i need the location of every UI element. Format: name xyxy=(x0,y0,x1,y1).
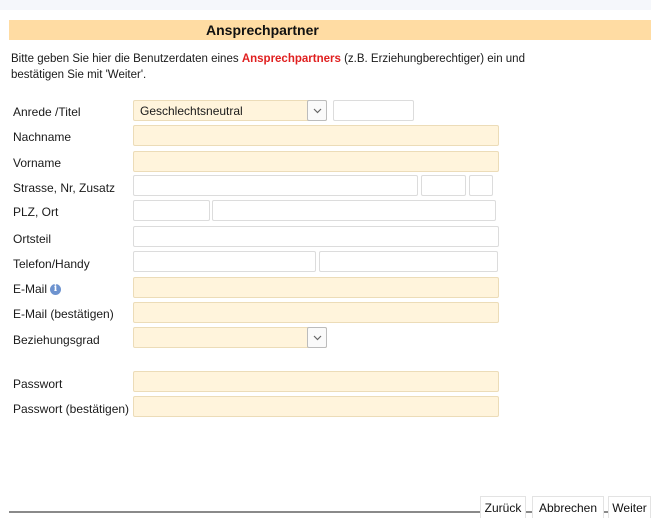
vorname-label: Vorname xyxy=(13,156,62,170)
top-strip xyxy=(0,0,651,10)
back-button[interactable]: Zurück xyxy=(480,496,526,518)
plz-input[interactable] xyxy=(133,200,210,221)
anrede-select-value: Geschlechtsneutral xyxy=(140,103,243,118)
passwort-confirm-input[interactable] xyxy=(133,396,499,417)
nachname-label: Nachname xyxy=(13,130,72,144)
zusatz-input[interactable] xyxy=(469,175,493,196)
ortsteil-input[interactable] xyxy=(133,226,499,247)
cancel-button[interactable]: Abbrechen xyxy=(532,496,604,518)
telefon-input[interactable] xyxy=(133,251,316,272)
passwort-label: Passwort xyxy=(13,377,63,391)
nachname-input[interactable] xyxy=(133,125,499,146)
info-icon[interactable]: i xyxy=(50,284,62,295)
ortsteil-label: Ortsteil xyxy=(13,232,52,246)
email-confirm-input[interactable] xyxy=(133,302,499,323)
anrede-select[interactable]: Geschlechtsneutral xyxy=(133,100,327,121)
titel-input[interactable] xyxy=(333,100,414,121)
beziehungsgrad-select[interactable] xyxy=(133,327,327,348)
beziehungsgrad-label: Beziehungsgrad xyxy=(13,333,100,347)
section-title: Ansprechpartner xyxy=(206,22,319,38)
passwort-confirm-label: Passwort (bestätigen) xyxy=(13,402,130,416)
hausnummer-input[interactable] xyxy=(421,175,466,196)
handy-input[interactable] xyxy=(319,251,498,272)
anrede-label: Anrede /Titel xyxy=(13,105,81,119)
telefon-label: Telefon/Handy xyxy=(13,257,90,271)
email-label-wrap: E-Mail i xyxy=(13,282,62,296)
next-button[interactable]: Weiter xyxy=(608,496,651,518)
email-label: E-Mail xyxy=(13,282,48,296)
plz-ort-label: PLZ, Ort xyxy=(13,205,59,219)
ort-input[interactable] xyxy=(212,200,496,221)
strasse-label: Strasse, Nr, Zusatz xyxy=(13,181,116,195)
intro-part2: (z.B. Erziehungberechtiger) ein und xyxy=(340,53,525,65)
chevron-down-icon[interactable] xyxy=(307,327,327,348)
intro-part1: Bitte geben Sie hier die Benutzerdaten e… xyxy=(11,53,242,65)
passwort-input[interactable] xyxy=(133,371,499,392)
chevron-down-icon[interactable] xyxy=(307,100,327,121)
email-confirm-label: E-Mail (bestätigen) xyxy=(13,307,114,321)
section-header: Ansprechpartner xyxy=(9,20,651,40)
intro-highlight: Ansprechpartners xyxy=(241,53,341,65)
vorname-input[interactable] xyxy=(133,151,499,172)
intro-line2: bestätigen Sie mit 'Weiter'. xyxy=(11,69,147,81)
intro-text: Bitte geben Sie hier die Benutzerdaten e… xyxy=(11,51,631,83)
email-input[interactable] xyxy=(133,277,499,298)
strasse-input[interactable] xyxy=(133,175,418,196)
